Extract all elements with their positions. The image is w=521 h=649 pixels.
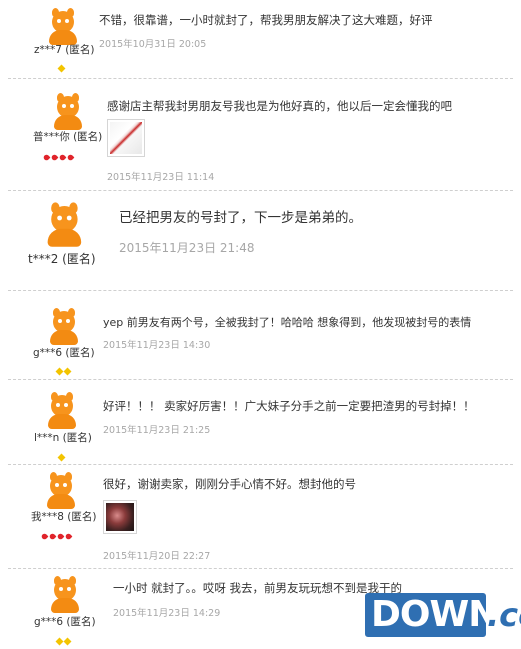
reviewer-name: 我***8 (匿名): [31, 511, 97, 523]
review-text: 一小时 就封了。。哎呀 我去，前男友玩玩想不到是我干的: [113, 581, 403, 595]
rank-badge: [55, 360, 72, 376]
user-avatar[interactable]: [47, 308, 81, 345]
review-text: 不错，很靠谱，一小时就封了，帮我男朋友解决了这大难题，好评: [99, 13, 433, 27]
review-date: 2015年11月23日 14:29: [113, 608, 221, 619]
rank-badge: [55, 630, 72, 646]
review-date: 2015年10月31日 20:05: [99, 39, 207, 50]
watermark-main: DOWN: [371, 594, 498, 635]
review-text: yep 前男友有两个号，全被我封了！哈哈哈 想象得到，他发现被封号的表情: [103, 316, 472, 329]
user-avatar[interactable]: [51, 93, 85, 130]
reviewer-name: l***n (匿名): [34, 432, 92, 444]
rank-badge: [57, 57, 66, 73]
reviewer-name: g***6 (匿名): [34, 616, 96, 628]
review-date: 2015年11月23日 14:30: [103, 340, 211, 351]
rank-badge: [57, 446, 66, 462]
review-photo[interactable]: [103, 500, 137, 534]
user-avatar[interactable]: [48, 576, 82, 613]
user-avatar[interactable]: [45, 392, 79, 429]
reviewer-name: t***2 (匿名): [28, 252, 96, 266]
user-avatar[interactable]: [44, 202, 85, 247]
user-avatar[interactable]: [46, 8, 80, 45]
reviewer-name: 普***你 (匿名): [33, 131, 103, 143]
watermark-suffix: .cc: [487, 596, 521, 634]
reviewer-name: g***6 (匿名): [33, 347, 95, 359]
divider: [8, 568, 513, 569]
reviewer-name: z***7 (匿名): [34, 44, 95, 56]
divider: [8, 379, 513, 380]
watermark-logo: DOWN .cc: [365, 593, 521, 637]
review-date: 2015年11月23日 11:14: [107, 172, 215, 183]
rank-badge: [42, 146, 75, 162]
review-text: 好评！！！ 卖家好厉害！！广大妹子分手之前一定要把渣男的号封掉！！: [103, 399, 475, 413]
review-photo[interactable]: [107, 119, 145, 157]
review-date: 2015年11月23日 21:25: [103, 425, 211, 436]
review-text: 很好，谢谢卖家，刚刚分手心情不好。想封他的号: [103, 477, 356, 491]
review-text: 已经把男友的号封了，下一步是弟弟的。: [119, 210, 362, 226]
divider: [8, 190, 513, 191]
review-date: 2015年11月20日 22:27: [103, 551, 211, 562]
rank-badge: [40, 525, 73, 541]
divider: [8, 290, 513, 291]
review-text: 感谢店主帮我封男朋友号我也是为他好真的，他以后一定会懂我的吧: [107, 99, 452, 113]
divider: [8, 78, 513, 79]
review-date: 2015年11月23日 21:48: [119, 241, 255, 255]
user-avatar[interactable]: [44, 472, 78, 509]
divider: [8, 464, 513, 465]
